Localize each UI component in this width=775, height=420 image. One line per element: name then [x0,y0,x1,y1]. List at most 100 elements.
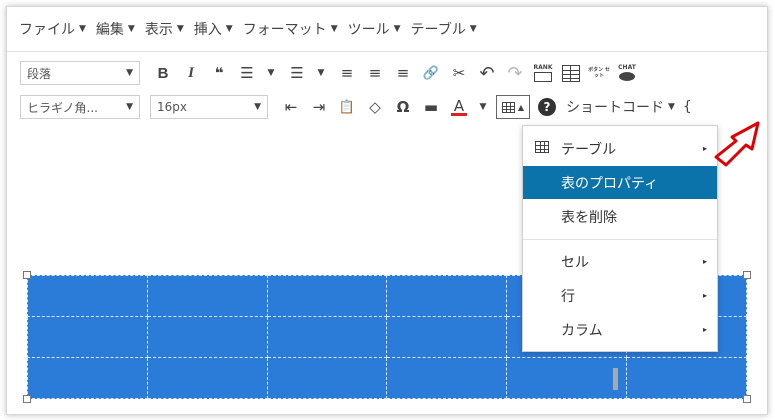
align-center-button[interactable]: ≡ [362,60,388,86]
table-cell[interactable] [386,316,508,358]
blockquote-button[interactable]: ❝ [206,60,232,86]
menu-item-column[interactable]: カラム ▸ [523,313,717,346]
menu-insert[interactable]: 挿入 ▼ [194,19,233,39]
table-cell[interactable] [386,357,508,399]
chevron-down-icon: ▼ [126,68,133,78]
table-cell[interactable] [626,357,747,399]
rank-button[interactable]: RANK [530,60,556,86]
bullet-list-button[interactable]: ☰ [234,60,260,86]
table-cell[interactable] [266,357,388,399]
rank-icon: RANK [533,64,552,82]
link-button[interactable]: 🔗 [418,60,444,86]
resize-handle-top-left[interactable] [23,271,31,279]
menubar-divider [7,51,767,52]
bullet-list-dropdown[interactable]: ▼ [262,60,280,86]
table-cell[interactable] [27,275,148,317]
chevron-down-icon: ▼ [254,102,261,112]
table-cell[interactable] [266,275,388,317]
menu-item-column-label: カラム [561,322,603,339]
text-color-button[interactable]: A [446,94,472,120]
chevron-down-icon: ▼ [668,102,675,112]
italic-button[interactable]: I [178,60,204,86]
indent-button[interactable]: ⇥ [306,94,332,120]
numbered-list-dropdown[interactable]: ▼ [312,60,330,86]
menu-view[interactable]: 表示 ▼ [145,19,184,39]
chevron-down-icon: ▼ [176,24,184,34]
resize-handle-bottom-left[interactable] [23,395,31,403]
table-cell[interactable] [146,316,268,358]
unlink-button[interactable]: ✂ [446,60,472,86]
menu-item-delete-table-label: 表を削除 [561,209,617,226]
menu-table-label: テーブル [410,22,466,38]
resize-handle-bottom-right[interactable] [743,395,751,403]
chevron-right-icon: ▸ [702,144,707,153]
table-button[interactable]: ▲ [496,95,530,119]
table-cell[interactable] [386,275,508,317]
chevron-down-icon: ▼ [469,24,477,34]
button-set-icon: ボタン セット [588,67,610,79]
layout-grid-icon [562,64,580,82]
menu-item-table-properties[interactable]: 表のプロパティ [523,166,717,199]
font-family-value: ヒラギノ角... [27,100,98,115]
align-left-button[interactable]: ≡ [334,60,360,86]
table-cell[interactable] [146,357,268,399]
menu-item-cell-label: セル [561,254,589,271]
menu-item-table[interactable]: テーブル ▸ [523,132,717,165]
menu-edit-label: 編集 [95,22,124,38]
text-color-swatch [451,112,467,116]
menu-file[interactable]: ファイル ▼ [19,19,86,39]
horizontal-rule-button[interactable]: ▬ [418,94,444,120]
rank-box-icon [533,71,552,82]
menu-tools[interactable]: ツール ▼ [348,19,401,39]
help-button[interactable]: ? [538,98,556,116]
menu-divider [523,239,717,240]
table-cell[interactable] [266,316,388,358]
menu-item-cell[interactable]: セル ▸ [523,245,717,278]
table-grid-icon [535,141,549,153]
special-char-button[interactable]: Ω [390,94,416,120]
chevron-down-icon: ▼ [79,24,86,34]
menu-item-delete-table[interactable]: 表を削除 [523,200,717,233]
menu-file-label: ファイル [19,22,75,38]
align-right-button[interactable]: ≡ [390,60,416,86]
paste-text-button[interactable]: 📋 [334,94,360,120]
table-cell[interactable] [27,316,148,358]
bold-button[interactable]: B [150,60,176,86]
font-family-select[interactable]: ヒラギノ角... ▼ [20,95,140,119]
font-size-select[interactable]: 16px ▼ [150,95,268,119]
undo-button[interactable]: ↶ [474,60,500,86]
column-layout-button[interactable] [558,60,584,86]
extra-toolbar-icon[interactable]: { [683,99,692,115]
chevron-right-icon: ▸ [702,257,707,266]
clear-format-button[interactable]: ◇ [362,94,388,120]
format-select[interactable]: 段落 ▼ [20,61,140,85]
chevron-right-icon: ▸ [702,291,707,300]
chevron-right-icon: ▸ [702,325,707,334]
text-color-dropdown[interactable]: ▼ [474,94,492,120]
shortcode-dropdown[interactable]: ショートコード ▼ { [566,97,692,117]
table-cell[interactable] [146,275,268,317]
menubar: ファイル ▼ 編集 ▼ 表示 ▼ 挿入 ▼ フォーマット ▼ ツール ▼ テーブル ▼ [7,7,767,51]
chevron-down-icon: ▼ [393,24,401,34]
menu-edit[interactable]: 編集 ▼ [96,19,135,39]
table-cell[interactable] [506,357,628,399]
button-set-button[interactable]: ボタン セット [586,60,612,86]
menu-item-row-label: 行 [561,288,575,305]
editor-frame: ファイル ▼ 編集 ▼ 表示 ▼ 挿入 ▼ フォーマット ▼ ツール ▼ テーブル ▼ 段落 … [6,6,768,415]
chevron-down-icon: ▼ [127,24,135,34]
table-cell[interactable] [27,357,148,399]
chevron-down-icon: ▼ [126,102,133,112]
redo-button[interactable]: ↷ [502,60,528,86]
toolbar-row-2: ヒラギノ角... ▼ 16px ▼ ⇤ ⇥ 📋 ◇ Ω ▬ A ▼ ▲ ? ショ… [7,89,767,125]
resize-handle-top-right[interactable] [743,271,751,279]
chat-button[interactable]: CHAT [614,60,640,86]
menu-view-label: 表示 [144,22,173,38]
text-cursor [613,368,618,390]
chevron-down-icon: ▼ [330,24,338,34]
outdent-button[interactable]: ⇤ [278,94,304,120]
menu-format[interactable]: フォーマット ▼ [243,19,338,39]
numbered-list-button[interactable]: ☰ [284,60,310,86]
menu-table[interactable]: テーブル ▼ [411,19,477,39]
menu-item-table-label: テーブル [561,141,617,158]
menu-item-row[interactable]: 行 ▸ [523,279,717,312]
